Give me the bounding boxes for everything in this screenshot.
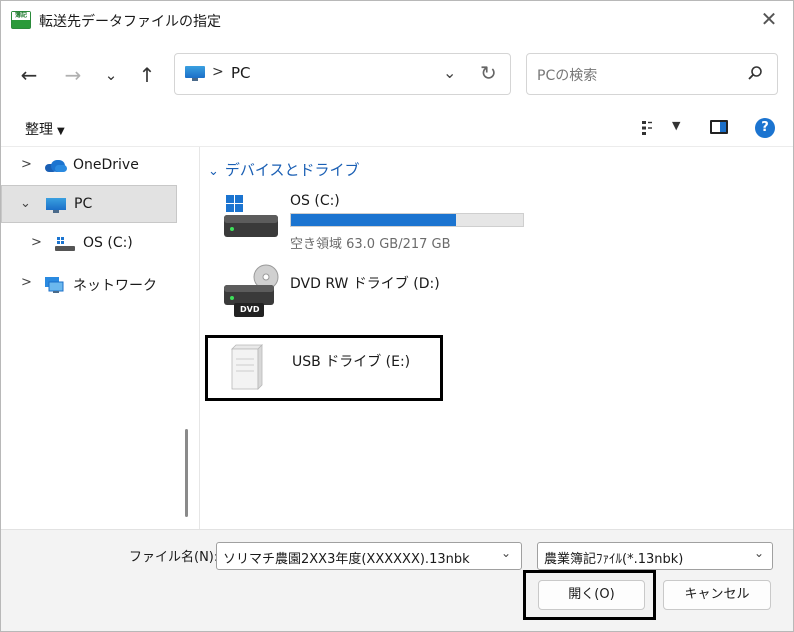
- nav-item-label: PC: [74, 196, 93, 212]
- view-dropdown-caret-icon[interactable]: ▼: [672, 119, 680, 132]
- drive-name: DVD RW ドライブ (D:): [290, 276, 440, 292]
- system-drive-icon: [224, 195, 278, 237]
- chevron-down-icon[interactable]: ⌄: [20, 196, 31, 211]
- content-area: ⌄ デバイスとドライブ OS (C:) 空き領域 63.0 GB/217 GB: [200, 147, 793, 529]
- nav-item-os-c[interactable]: > OS (C:): [1, 225, 177, 263]
- filetype-dropdown-chevron-icon[interactable]: ⌄: [754, 546, 764, 560]
- recent-locations-chevron-icon[interactable]: ⌄: [97, 61, 125, 89]
- network-icon: [45, 277, 64, 293]
- organize-label: 整理: [25, 122, 53, 138]
- app-icon: 簿記: [11, 11, 31, 29]
- open-button-highlight-box: [523, 570, 656, 620]
- cancel-button[interactable]: キャンセル: [663, 580, 771, 610]
- help-icon[interactable]: ?: [755, 118, 775, 138]
- forward-arrow-icon[interactable]: →: [59, 61, 87, 89]
- organize-menu-button[interactable]: 整理 ▼: [25, 119, 65, 139]
- filename-dropdown-chevron-icon[interactable]: ⌄: [501, 546, 511, 560]
- group-header-label: デバイスとドライブ: [224, 161, 360, 179]
- search-input[interactable]: PCの検索: [526, 53, 778, 95]
- navpane-scrollbar-thumb[interactable]: [185, 429, 188, 517]
- nav-item-label: ネットワーク: [73, 278, 157, 294]
- nav-item-network[interactable]: > ネットワーク: [1, 265, 177, 303]
- preview-pane-icon[interactable]: [710, 120, 728, 134]
- usb-drive-highlight-box: [205, 335, 443, 401]
- back-arrow-icon[interactable]: ←: [15, 61, 43, 89]
- onedrive-cloud-icon: [45, 160, 67, 172]
- dvd-badge-label: DVD: [240, 305, 260, 314]
- drive-usage-fill: [291, 214, 456, 226]
- title-bar: 簿記 転送先データファイルの指定 ✕: [1, 1, 793, 39]
- refresh-icon[interactable]: ↻: [480, 61, 497, 85]
- chevron-right-icon[interactable]: >: [21, 157, 32, 172]
- pc-monitor-icon: [185, 66, 205, 82]
- up-arrow-icon[interactable]: ↑: [133, 61, 161, 89]
- system-drive-icon: [55, 237, 75, 251]
- breadcrumb-separator: >: [212, 64, 224, 80]
- app-icon-text: 簿記: [12, 12, 30, 20]
- nav-item-label: OS (C:): [83, 235, 133, 251]
- group-header-devices[interactable]: ⌄ デバイスとドライブ: [208, 159, 359, 180]
- filename-label: ファイル名(N):: [129, 550, 219, 565]
- pc-monitor-icon: [46, 198, 66, 214]
- navigation-bar: ← → ⌄ ↑ > PC ⌄ ↻ PCの検索: [1, 39, 793, 107]
- filetype-select[interactable]: 農業簿記ﾌｧｲﾙ(*.13nbk): [537, 542, 773, 570]
- navigation-pane: > OneDrive ⌄ PC > OS (C:) > ネットワーク: [1, 147, 199, 529]
- chevron-down-icon: ⌄: [208, 164, 219, 179]
- chevron-right-icon[interactable]: >: [21, 275, 32, 290]
- search-icon[interactable]: [747, 65, 763, 81]
- nav-item-label: OneDrive: [73, 157, 139, 173]
- address-bar[interactable]: > PC ⌄ ↻: [174, 53, 511, 95]
- drive-name: OS (C:): [290, 193, 340, 209]
- drive-free-space: 空き領域 63.0 GB/217 GB: [290, 237, 451, 252]
- view-options-icon[interactable]: [642, 121, 658, 135]
- nav-item-pc[interactable]: ⌄ PC: [1, 185, 177, 223]
- command-bar: 整理 ▼ ▼ ?: [1, 107, 793, 147]
- drive-usage-bar: [290, 213, 524, 227]
- breadcrumb-location[interactable]: PC: [231, 64, 251, 82]
- close-icon[interactable]: ✕: [757, 7, 781, 31]
- bottom-bar: ファイル名(N): ソリマチ農園2XX3年度(XXXXXX).13nbk ⌄ 農…: [1, 529, 793, 631]
- filename-input[interactable]: ソリマチ農園2XX3年度(XXXXXX).13nbk: [216, 542, 522, 570]
- file-dialog-window: 簿記 転送先データファイルの指定 ✕ ← → ⌄ ↑ > PC ⌄ ↻ PCの検…: [0, 0, 794, 632]
- nav-item-onedrive[interactable]: > OneDrive: [1, 147, 177, 185]
- search-placeholder: PCの検索: [537, 68, 598, 84]
- address-dropdown-chevron-icon[interactable]: ⌄: [443, 63, 456, 82]
- chevron-right-icon[interactable]: >: [31, 235, 42, 250]
- window-title: 転送先データファイルの指定: [39, 14, 221, 30]
- caret-down-icon: ▼: [57, 126, 65, 137]
